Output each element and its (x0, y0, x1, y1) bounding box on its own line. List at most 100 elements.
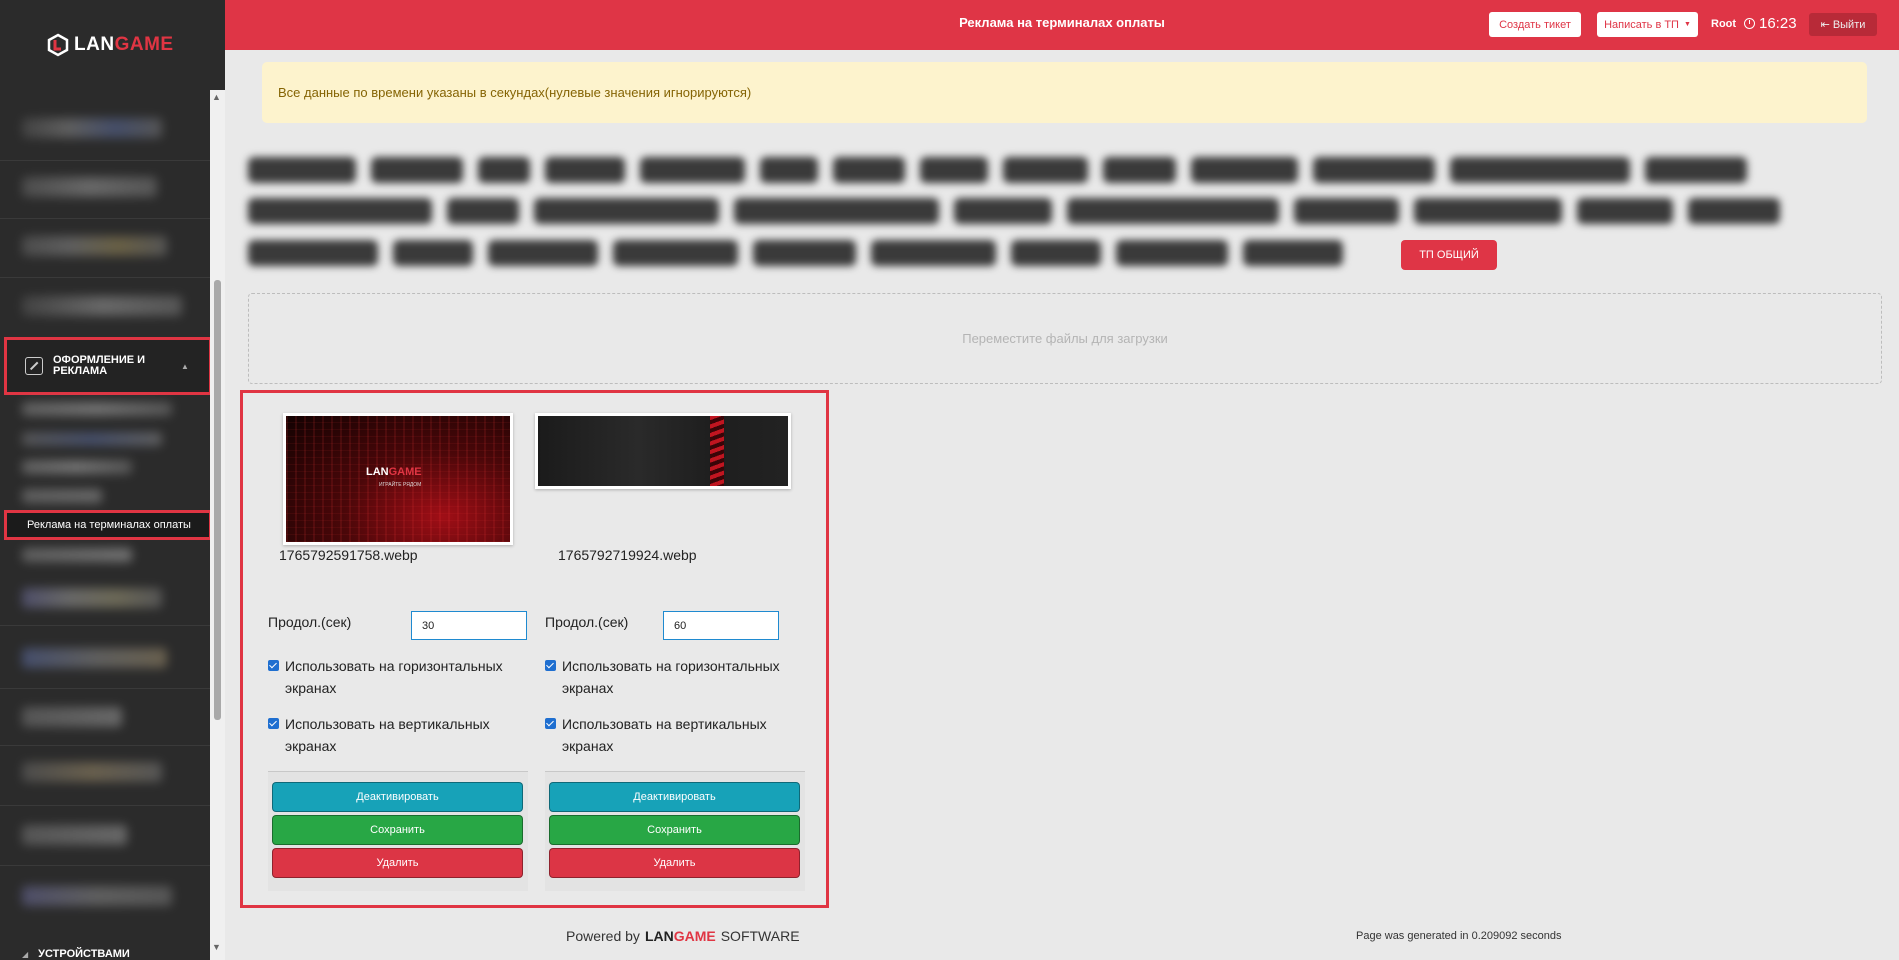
sidebar-item-devices[interactable]: ◢ УСТРОЙСТВАМИ (22, 948, 130, 960)
tag-button[interactable] (447, 198, 519, 224)
save-button[interactable]: Сохранить (272, 815, 523, 845)
tag-button[interactable] (1688, 198, 1780, 224)
langame-logo[interactable]: LANGAME (46, 30, 174, 60)
vertical-screens-checkbox[interactable]: Использовать на вертикальных экранах (545, 713, 785, 757)
sidebar-item[interactable] (22, 886, 172, 906)
sidebar: LANGAME ОФОРМЛЕНИЕ И РЕКЛАМА ▲ Реклама н… (0, 0, 225, 960)
sidebar-item[interactable] (22, 296, 182, 316)
submenu-item[interactable] (22, 460, 132, 474)
horizontal-screens-checkbox[interactable]: Использовать на горизонтальных экранах (268, 655, 508, 699)
tag-button[interactable] (833, 157, 905, 183)
duration-input[interactable]: 60 (663, 611, 779, 640)
tag-button[interactable] (1103, 157, 1176, 183)
submenu-item[interactable] (22, 489, 102, 503)
delete-button[interactable]: Удалить (549, 848, 800, 878)
sidebar-item[interactable] (22, 118, 162, 138)
sidebar-item[interactable] (22, 588, 162, 608)
tag-button[interactable] (954, 198, 1052, 224)
software-text: SOFTWARE (720, 928, 800, 944)
file-dropzone[interactable]: Переместите файлы для загрузки (248, 293, 1882, 384)
clock-time: 16:23 (1759, 15, 1797, 32)
tag-button[interactable] (1313, 157, 1435, 183)
duration-input[interactable]: 30 (411, 611, 527, 640)
tag-button[interactable] (1243, 240, 1343, 266)
tag-button[interactable] (371, 157, 463, 183)
delete-button[interactable]: Удалить (272, 848, 523, 878)
scroll-down-icon[interactable]: ▼ (212, 942, 221, 952)
ad-card: 1765792719924.webp Продол.(сек) 60 Испол… (532, 393, 805, 893)
menu-section-design-ads[interactable]: ОФОРМЛЕНИЕ И РЕКЛАМА ▲ (4, 337, 212, 395)
checkbox-checked-icon[interactable] (268, 718, 279, 729)
tag-button[interactable] (534, 198, 719, 224)
tag-button[interactable] (248, 240, 378, 266)
sidebar-scrollbar[interactable]: ▲ ▼ (210, 90, 225, 960)
tag-button[interactable] (1450, 157, 1630, 183)
tag-button[interactable] (393, 240, 473, 266)
duration-label: Продол.(сек) (268, 614, 352, 630)
tag-button[interactable] (545, 157, 625, 183)
ad-thumbnail[interactable]: LANGAME ИГРАЙТЕ РЯДОМ (283, 413, 513, 545)
tag-button[interactable] (640, 157, 745, 183)
sidebar-item[interactable] (22, 177, 157, 197)
menu-section-label: ОФОРМЛЕНИЕ И РЕКЛАМА (53, 354, 146, 377)
clock: 16:23 (1744, 15, 1797, 32)
tag-button[interactable] (1116, 240, 1228, 266)
tag-button[interactable] (920, 157, 988, 183)
tag-button[interactable] (871, 240, 996, 266)
action-panel: Деактивировать Сохранить Удалить (268, 771, 528, 891)
tag-button[interactable] (1191, 157, 1298, 183)
langame-logo-icon (47, 33, 69, 57)
tag-button[interactable] (734, 198, 939, 224)
checkbox-checked-icon[interactable] (545, 660, 556, 671)
deactivate-button[interactable]: Деактивировать (549, 782, 800, 812)
logo-text: LANGAME (74, 34, 174, 55)
tag-button[interactable] (1011, 240, 1101, 266)
horizontal-screens-checkbox[interactable]: Использовать на горизонтальных экранах (545, 655, 785, 699)
edit-icon (25, 357, 43, 375)
tag-button[interactable] (1577, 198, 1673, 224)
ad-thumbnail[interactable] (535, 413, 791, 489)
checkbox-checked-icon[interactable] (268, 660, 279, 671)
tag-button[interactable] (613, 240, 738, 266)
submenu-label: Реклама на терминалах оплаты (27, 519, 191, 531)
tag-button[interactable] (488, 240, 598, 266)
tag-button[interactable] (478, 157, 530, 183)
deactivate-button[interactable]: Деактивировать (272, 782, 523, 812)
tag-button[interactable] (1067, 198, 1279, 224)
tag-button[interactable] (753, 240, 856, 266)
duration-label: Продол.(сек) (545, 614, 629, 630)
tag-button[interactable] (248, 198, 432, 224)
sidebar-item[interactable] (22, 762, 162, 782)
submenu-item-terminal-ads[interactable]: Реклама на терминалах оплаты (4, 510, 212, 540)
ad-card: LANGAME ИГРАЙТЕ РЯДОМ 1765792591758.webp… (255, 393, 528, 893)
logout-label: Выйти (1832, 18, 1866, 31)
sidebar-item[interactable] (22, 648, 167, 668)
caret-up-icon: ▲ (181, 361, 189, 371)
scroll-thumb[interactable] (214, 280, 221, 720)
tag-button[interactable] (1414, 198, 1562, 224)
scroll-up-icon[interactable]: ▲ (212, 92, 221, 102)
sidebar-item[interactable] (22, 236, 167, 256)
tag-button[interactable] (248, 157, 356, 183)
submenu-item[interactable] (22, 402, 172, 416)
checkbox-label: Использовать на горизонтальных экранах (285, 658, 503, 696)
save-button[interactable]: Сохранить (549, 815, 800, 845)
tag-button[interactable] (1003, 157, 1088, 183)
write-support-dropdown[interactable]: Написать в ТП ▼ (1597, 12, 1698, 37)
top-header: Реклама на терминалах оплаты Создать тик… (225, 0, 1899, 50)
submenu-item[interactable] (22, 432, 162, 446)
tag-button-tp-common[interactable]: ТП ОБЩИЙ (1401, 240, 1497, 270)
logout-button[interactable]: ⇤ Выйти (1809, 13, 1877, 36)
sidebar-item[interactable] (22, 825, 127, 845)
logout-icon: ⇤ (1820, 19, 1830, 31)
checkbox-checked-icon[interactable] (545, 718, 556, 729)
tag-button[interactable] (1294, 198, 1399, 224)
submenu-item[interactable] (22, 548, 132, 562)
sidebar-item[interactable] (22, 707, 122, 727)
tag-button[interactable] (1645, 157, 1747, 183)
footer-powered-by: Powered by LANGAME SOFTWARE (566, 928, 800, 944)
thumb-brand: LANGAME (366, 466, 422, 478)
create-ticket-button[interactable]: Создать тикет (1489, 12, 1581, 37)
tag-button[interactable] (760, 157, 818, 183)
vertical-screens-checkbox[interactable]: Использовать на вертикальных экранах (268, 713, 508, 757)
